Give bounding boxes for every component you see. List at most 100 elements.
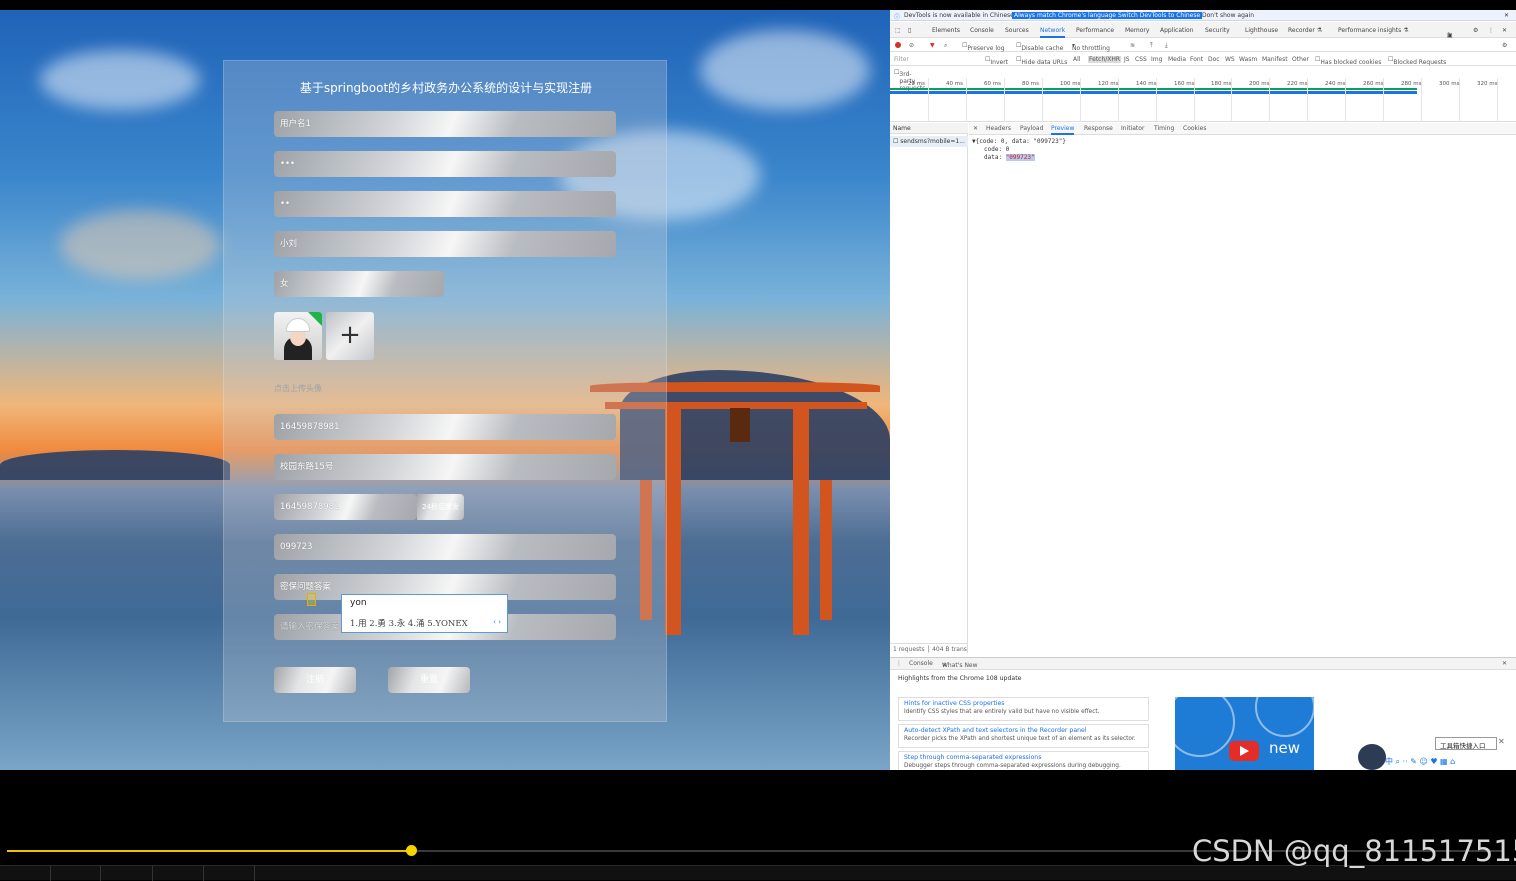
tab-headers[interactable]: Headers [986, 125, 1011, 132]
disable-cache-checkbox[interactable]: ☐ Disable cache [1016, 42, 1063, 52]
toolbox-shortcut[interactable]: 工具箱快捷入口 [1435, 737, 1497, 750]
close-toolbox-icon[interactable]: ✕ [1498, 737, 1505, 746]
whats-new-card[interactable]: Auto-detect XPath and text selectors in … [898, 724, 1149, 748]
phone-input[interactable]: 16459878981 [274, 414, 616, 440]
drawer-menu-icon[interactable]: ⋮ [896, 660, 902, 667]
invert-checkbox[interactable]: ☐ Invert [985, 56, 1008, 66]
address-input[interactable]: 校园东路15号 [274, 454, 616, 480]
whats-new-card[interactable]: Step through comma-separated expressions… [898, 751, 1149, 770]
verification-code-input[interactable]: 099723 [274, 534, 616, 560]
dont-show-again-link[interactable]: Don't show again [1202, 12, 1254, 19]
filter-type-fetch-xhr[interactable]: Fetch/XHR [1088, 56, 1122, 63]
tab-payload[interactable]: Payload [1020, 125, 1043, 132]
filter-type-css[interactable]: CSS [1135, 56, 1147, 63]
preserve-log-checkbox[interactable]: ☐ Preserve log [962, 42, 1005, 52]
tab-lighthouse[interactable]: Lighthouse [1245, 27, 1278, 34]
filter-type-doc[interactable]: Doc [1208, 56, 1220, 63]
card-title[interactable]: Auto-detect XPath and text selectors in … [904, 727, 1143, 734]
drawer-tab-console[interactable]: Console [909, 660, 933, 667]
gender-select[interactable]: 女 [274, 271, 444, 297]
json-preview[interactable]: ▼{code: 0, data: "099723"} code: 0 data:… [972, 138, 1066, 162]
ime-candidates[interactable]: 1.用 2.勇 3.永 4.涌 5.YONEX [350, 617, 468, 629]
ime-candidate-window[interactable]: yon 1.用 2.勇 3.永 4.涌 5.YONEX ‹ › [341, 594, 508, 633]
timeline-gridline [928, 78, 929, 122]
tab-elements[interactable]: Elements [932, 27, 960, 34]
timeline-tick: 220 ms [1287, 81, 1308, 87]
third-party-checkbox[interactable]: ☐ 3rd-party requests [894, 69, 925, 92]
avatar-thumbnail[interactable] [274, 312, 322, 360]
close-tab-icon[interactable]: ✕ [942, 662, 947, 669]
assistant-avatar[interactable] [1358, 744, 1386, 770]
register-button[interactable]: 注册 [274, 667, 356, 693]
play-icon[interactable] [1229, 741, 1259, 761]
request-row[interactable]: ☐ sendsms?mobile=1... [890, 136, 968, 147]
upload-icon[interactable]: ⤒ [1150, 42, 1153, 50]
card-title[interactable]: Step through comma-separated expressions [904, 754, 1143, 761]
tab-performance-insights[interactable]: Performance insights ⚗ [1338, 27, 1409, 34]
download-icon[interactable]: ⤓ [1165, 42, 1168, 50]
filter-type-ws[interactable]: WS [1225, 56, 1235, 63]
match-language-button[interactable]: Always match Chrome's language [1012, 12, 1118, 19]
tab-network[interactable]: Network [1040, 27, 1066, 38]
filter-type-font[interactable]: Font [1190, 56, 1203, 63]
confirm-password-input[interactable]: •• [274, 191, 616, 217]
tab-timing[interactable]: Timing [1154, 125, 1174, 132]
resend-code-button[interactable]: 24秒后重发 [417, 494, 464, 520]
tab-console[interactable]: Console [970, 27, 994, 34]
card-title[interactable]: Hints for inactive CSS properties [904, 700, 1143, 707]
search-icon[interactable]: ⌕ [944, 42, 947, 50]
clear-icon[interactable]: ⊘ [909, 42, 914, 49]
tab-sources[interactable]: Sources [1005, 27, 1029, 34]
filter-type-media[interactable]: Media [1168, 56, 1186, 63]
close-detail-icon[interactable]: ✕ [973, 125, 978, 132]
close-icon[interactable]: ✕ [1504, 12, 1509, 19]
reset-button[interactable]: 重置 [388, 667, 470, 693]
filter-type-img[interactable]: Img [1151, 56, 1162, 63]
tab-application[interactable]: Application [1160, 27, 1194, 34]
filter-input[interactable]: Filter [894, 56, 909, 63]
filter-type-all[interactable]: All [1073, 56, 1080, 63]
seek-handle[interactable] [406, 845, 417, 856]
whats-new-card[interactable]: Hints for inactive CSS properties Identi… [898, 697, 1149, 721]
json-root[interactable]: ▼{code: 0, data: "099723"} [972, 138, 1066, 146]
filter-type-js[interactable]: JS [1124, 56, 1130, 63]
settings-icon[interactable]: ⚙ [1473, 27, 1478, 34]
request-list-header[interactable]: Name [890, 123, 968, 134]
whats-new-video[interactable]: new [1175, 697, 1314, 770]
record-icon[interactable] [895, 42, 901, 48]
wifi-icon[interactable]: ≋ [1130, 42, 1135, 49]
tab-response[interactable]: Response [1084, 125, 1113, 132]
has-blocked-cookies-checkbox[interactable]: ☐ Has blocked cookies [1315, 56, 1381, 66]
close-devtools-icon[interactable]: ✕ [1502, 27, 1507, 34]
watermark: CSDN @qq_811517515 [1192, 834, 1516, 868]
decor-ring [1175, 697, 1235, 757]
password-input[interactable]: ••• [274, 151, 616, 177]
switch-chinese-button[interactable]: Switch DevTools to Chinese [1116, 12, 1203, 19]
more-menu-icon[interactable]: ⋮ [1488, 27, 1494, 34]
tab-recorder[interactable]: Recorder ⚗ [1288, 27, 1322, 34]
tab-initiator[interactable]: Initiator [1121, 125, 1144, 132]
filter-type-manifest[interactable]: Manifest [1262, 56, 1288, 63]
blocked-requests-checkbox[interactable]: ☐ Blocked Requests [1388, 56, 1446, 66]
filter-icon[interactable]: ▼ [930, 42, 935, 49]
inspect-icon[interactable]: ⬚ [895, 27, 901, 34]
network-timeline[interactable]: 20 ms 40 ms 60 ms 80 ms 100 ms 120 ms 140 ms 16… [890, 78, 1516, 122]
sms-phone-input[interactable]: 16459878981 [274, 494, 417, 520]
tab-memory[interactable]: Memory [1125, 27, 1149, 34]
ime-page-arrows[interactable]: ‹ › [493, 618, 501, 626]
hide-data-urls-checkbox[interactable]: ☐ Hide data URLs [1016, 56, 1067, 66]
network-settings-icon[interactable]: ⚙ [1502, 42, 1507, 49]
filter-type-other[interactable]: Other [1292, 56, 1309, 63]
ime-toolbar[interactable]: 中 ⌕ ·· ✎ ☺ ♥ ▦ ⌂ [1385, 756, 1495, 770]
tab-security[interactable]: Security [1205, 27, 1230, 34]
throttling-select[interactable]: No throttling ▾ [1072, 42, 1110, 52]
tab-performance[interactable]: Performance [1076, 27, 1114, 34]
tab-preview[interactable]: Preview [1051, 125, 1075, 135]
upload-avatar-button[interactable]: + [326, 312, 374, 360]
username-input[interactable]: 用户名1 [274, 111, 616, 137]
tab-cookies[interactable]: Cookies [1183, 125, 1207, 132]
device-toolbar-icon[interactable]: ▯ [908, 27, 911, 34]
name-input[interactable]: 小刘 [274, 231, 616, 257]
filter-type-wasm[interactable]: Wasm [1239, 56, 1257, 63]
close-drawer-icon[interactable]: ✕ [1502, 660, 1507, 667]
